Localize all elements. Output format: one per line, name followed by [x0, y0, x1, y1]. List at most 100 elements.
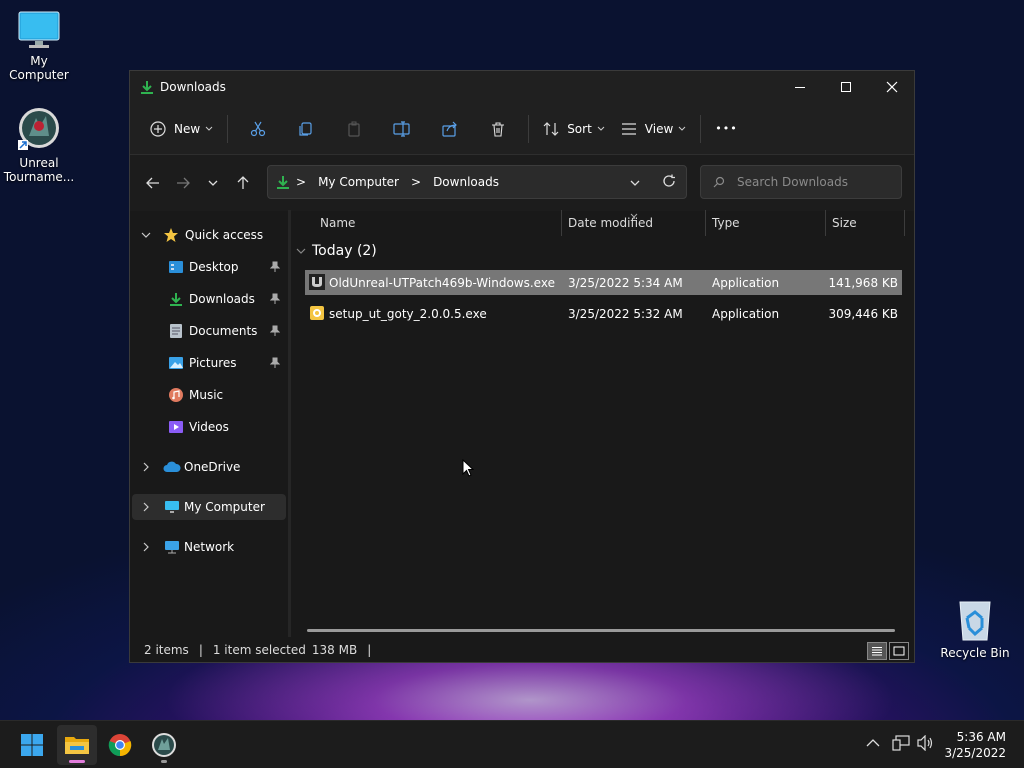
file-explorer-window[interactable]: Downloads New Sort View ••• > My Compute… [129, 70, 915, 663]
view-button[interactable]: View [613, 111, 694, 147]
forward-button[interactable] [168, 168, 198, 198]
start-button[interactable] [12, 725, 52, 765]
close-button[interactable] [869, 71, 915, 103]
cloud-icon [163, 461, 181, 472]
share-icon [442, 121, 458, 137]
status-bar: 2 items | 1 item selected 138 MB | [130, 637, 914, 663]
column-header-type[interactable]: Type [712, 210, 822, 236]
taskbar-chrome[interactable] [100, 725, 140, 765]
videos-icon [169, 421, 183, 433]
taskbar-unreal-tournament[interactable] [144, 725, 184, 765]
details-view-icon [872, 647, 882, 656]
tiles-view-button[interactable] [889, 642, 909, 660]
monitor-icon [1, 10, 77, 50]
nav-downloads[interactable]: Downloads [132, 286, 286, 312]
pin-icon [270, 325, 280, 336]
recent-locations-button[interactable] [198, 168, 228, 198]
selection-size: 138 MB [311, 643, 358, 657]
new-button[interactable]: New [142, 111, 221, 147]
chevron-down-icon [208, 180, 218, 186]
paste-button[interactable] [330, 111, 378, 147]
column-header-size[interactable]: Size [832, 210, 902, 236]
pictures-icon [169, 357, 183, 369]
refresh-icon [663, 174, 675, 187]
share-button[interactable] [426, 111, 474, 147]
nav-network[interactable]: Network [132, 534, 286, 560]
horizontal-scrollbar[interactable] [307, 629, 895, 632]
search-box[interactable]: Search Downloads [700, 165, 902, 199]
network-icon [165, 541, 179, 554]
network-status-icon[interactable] [892, 735, 910, 751]
pane-splitter[interactable] [288, 210, 291, 637]
column-header-name[interactable]: Name [320, 210, 560, 236]
address-dropdown-button[interactable] [630, 175, 640, 189]
breadcrumb-my-computer[interactable]: My Computer [318, 175, 399, 189]
back-button[interactable] [138, 168, 168, 198]
downloads-arrow-icon [170, 293, 182, 306]
minimize-button[interactable] [777, 71, 823, 103]
downloads-arrow-icon [276, 175, 290, 190]
file-row[interactable]: OldUnreal-UTPatch469b-Windows.exe 3/25/2… [305, 270, 902, 295]
file-date: 3/25/2022 5:32 AM [568, 307, 683, 321]
details-view-button[interactable] [867, 642, 887, 660]
column-divider[interactable] [561, 210, 562, 236]
selection-count: 1 item selected [212, 643, 306, 657]
system-clock[interactable]: 5:36 AM 3/25/2022 [944, 729, 1006, 761]
mouse-cursor-icon [462, 459, 474, 477]
sort-button[interactable]: Sort [535, 111, 613, 147]
copy-button[interactable] [282, 111, 330, 147]
desktop-icon-unreal-tournament[interactable]: Unreal Tourname... [1, 106, 77, 184]
group-header-today[interactable]: Today (2) [296, 243, 377, 259]
search-placeholder: Search Downloads [737, 175, 848, 189]
nav-videos[interactable]: Videos [132, 414, 286, 440]
item-count: 2 items [144, 643, 189, 657]
list-view-icon [621, 122, 636, 135]
desktop-icon-my-computer[interactable]: My Computer [1, 10, 77, 82]
chevron-down-icon [141, 232, 151, 238]
nav-desktop[interactable]: Desktop [132, 254, 286, 280]
nav-music[interactable]: Music [132, 382, 286, 408]
chevron-down-icon [205, 126, 213, 131]
unreal-tournament-icon [1, 106, 77, 152]
delete-button[interactable] [474, 111, 522, 147]
clock-date: 3/25/2022 [944, 746, 1006, 760]
desktop-icon-recycle-bin[interactable]: Recycle Bin [937, 598, 1013, 660]
plus-circle-icon [150, 120, 166, 137]
show-hidden-icons-button[interactable] [866, 735, 880, 749]
column-divider[interactable] [825, 210, 826, 236]
taskbar-file-explorer[interactable] [57, 725, 97, 765]
star-icon [164, 228, 178, 242]
address-bar[interactable]: > My Computer > Downloads [267, 165, 687, 199]
column-divider[interactable] [705, 210, 706, 236]
nav-quick-access[interactable]: Quick access [132, 222, 286, 248]
desktop-folder-icon [169, 261, 183, 273]
more-options-button[interactable]: ••• [707, 111, 745, 147]
clipboard-icon [348, 121, 360, 137]
nav-my-computer[interactable]: My Computer [132, 494, 286, 520]
nav-documents[interactable]: Documents [132, 318, 286, 344]
toolbar-divider [700, 114, 702, 143]
chrome-icon [108, 734, 132, 757]
file-size: 141,968 KB [828, 276, 898, 290]
volume-icon[interactable] [917, 735, 935, 751]
maximize-button[interactable] [823, 71, 869, 103]
toolbar-divider [227, 114, 229, 143]
active-window-indicator [69, 760, 85, 763]
cut-button[interactable] [234, 111, 282, 147]
nav-onedrive[interactable]: OneDrive [132, 454, 286, 480]
column-divider[interactable] [904, 210, 905, 236]
rename-button[interactable] [378, 111, 426, 147]
running-indicator [161, 760, 167, 763]
refresh-button[interactable] [662, 173, 676, 188]
breadcrumb-downloads[interactable]: Downloads [433, 175, 499, 189]
desktop-icon-label: Recycle Bin [940, 646, 1010, 660]
arrow-left-icon [146, 177, 159, 189]
chevron-down-icon [296, 248, 306, 254]
pin-icon [270, 357, 280, 368]
pin-icon [270, 293, 280, 304]
file-row[interactable]: setup_ut_goty_2.0.0.5.exe 3/25/2022 5:32… [305, 301, 902, 326]
file-date: 3/25/2022 5:34 AM [568, 276, 683, 290]
nav-pictures[interactable]: Pictures [132, 350, 286, 376]
breadcrumb-separator: > [296, 175, 307, 189]
up-button[interactable] [228, 168, 258, 198]
